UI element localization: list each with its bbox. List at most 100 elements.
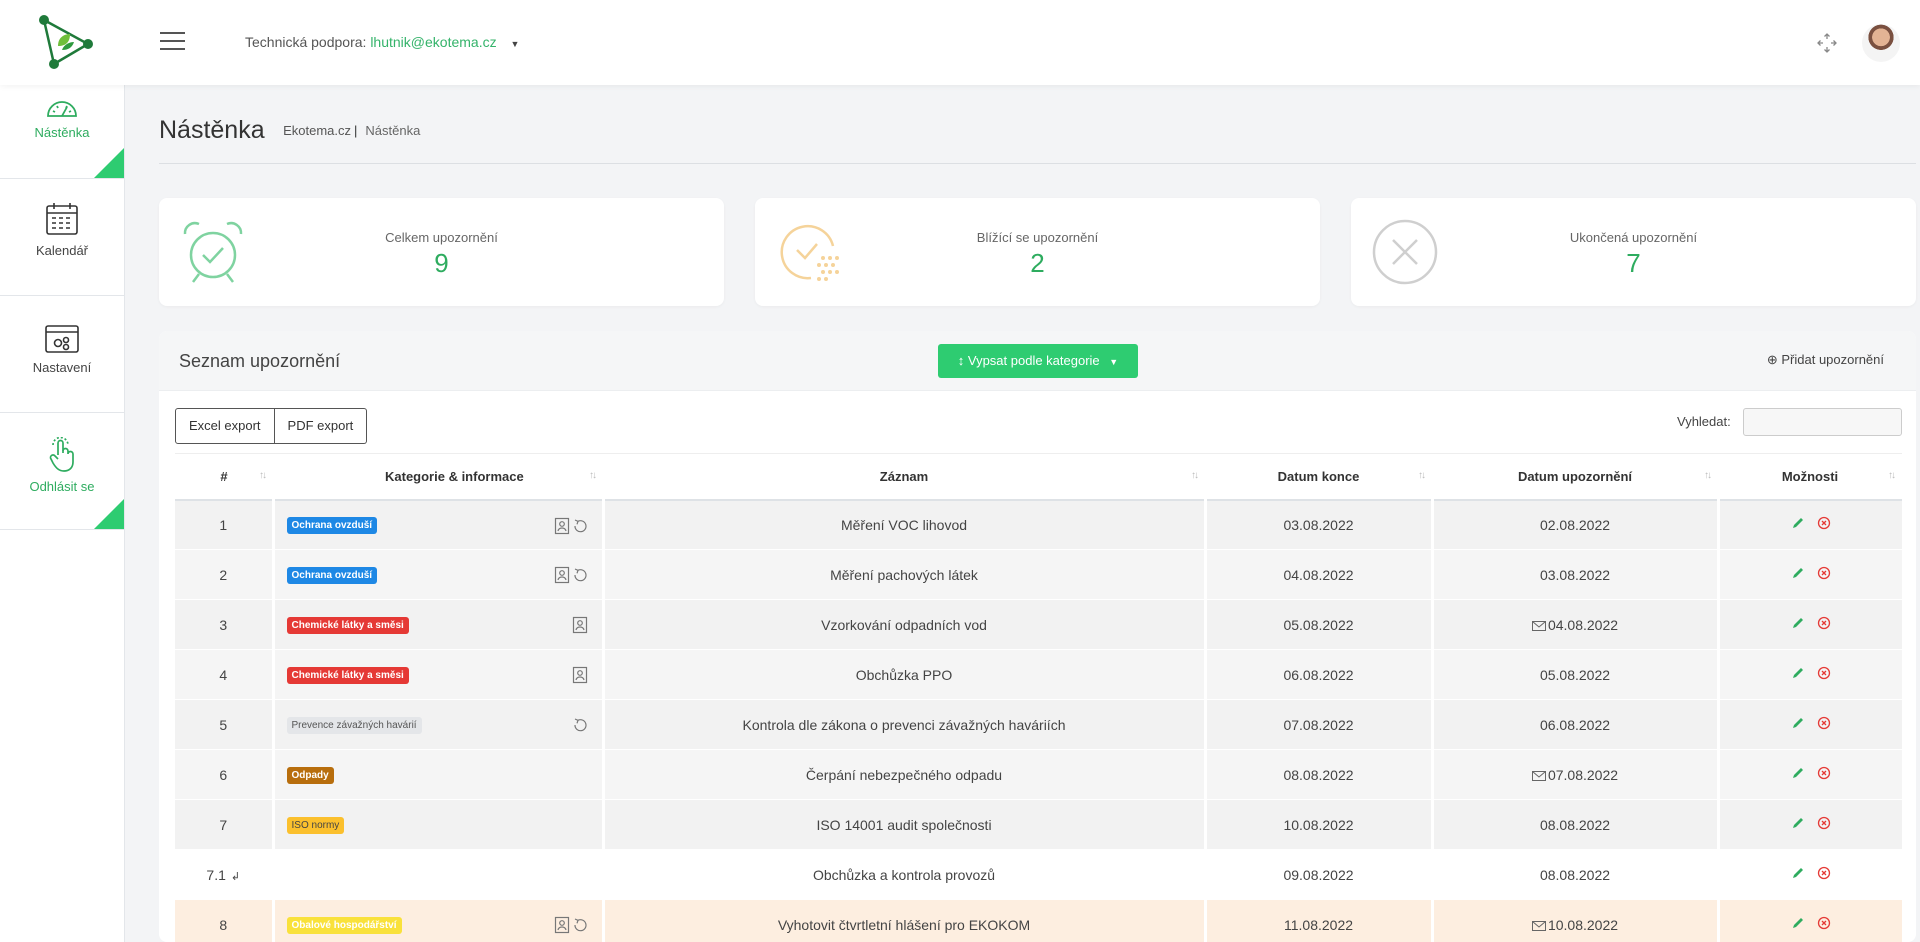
stat-card-finished: Ukončená upozornění 7 [1351,198,1916,306]
delete-x-circle-icon[interactable] [1817,666,1831,680]
repeat-icon[interactable] [572,566,588,584]
chevron-down-icon[interactable]: ▼ [510,39,519,49]
hand-pointer-icon [49,437,74,472]
sidebar-item-odhlasit[interactable]: Odhlásit se [0,413,124,530]
excel-export-button[interactable]: Excel export [175,408,275,444]
mail-sent-icon [1531,620,1546,631]
table-row[interactable]: 4 Chemické látky a směsi Obchůzka PPO 06… [175,649,1902,700]
user-avatar[interactable] [1862,24,1900,62]
delete-x-circle-icon[interactable] [1817,716,1831,730]
edit-pencil-icon[interactable] [1791,516,1805,530]
repeat-icon[interactable] [572,716,588,734]
row-notify-cell: 04.08.2022 [1430,599,1718,650]
document-icon[interactable] [554,916,570,934]
row-actions [1716,749,1902,800]
sort-icon: ↑↓ [1418,470,1426,481]
category-badge[interactable]: Obalové hospodářství [286,917,402,935]
row-record: Kontrola dle zákona o prevenci závažných… [601,699,1205,750]
add-notification-label: Přidat upozornění [1781,352,1884,367]
category-badge[interactable]: Ochrana ovzduší [286,517,378,535]
column-header-options[interactable]: Možnosti ↑↓ [1718,453,1902,501]
repeat-icon[interactable] [572,517,588,535]
row-end-date: 09.08.2022 [1203,849,1432,900]
stat-title: Celkem upozornění [385,230,498,245]
active-corner-marker [94,148,124,178]
edit-pencil-icon[interactable] [1791,816,1805,830]
search-input[interactable] [1743,408,1902,436]
edit-pencil-icon[interactable] [1791,766,1805,780]
category-badge[interactable]: Chemické látky a směsi [286,667,409,684]
table-row[interactable]: 2 Ochrana ovzduší Měření pachových látek… [175,549,1902,600]
support-contact[interactable]: Technická podpora: lhutnik@ekotema.cz ▼ [245,34,519,50]
row-number: 6 [175,749,273,800]
table-row[interactable]: 6 Odpady Čerpání nebezpečného odpadu 08.… [175,749,1902,800]
mail-sent-icon [1531,770,1546,781]
row-record: Vzorkování odpadních vod [601,599,1205,650]
column-header-category[interactable]: Kategorie & informace ↑↓ [273,453,603,501]
delete-x-circle-icon[interactable] [1817,566,1831,580]
row-record: Obchůzka a kontrola provozů [601,849,1205,900]
row-end-date: 04.08.2022 [1203,549,1432,600]
category-badge[interactable]: Chemické látky a směsi [286,617,409,634]
sidebar-item-nastenka[interactable]: Nástěnka [0,85,124,179]
category-badge[interactable]: Odpady [286,767,334,784]
add-notification-button[interactable]: ⊕ Přidat upozornění [1767,352,1884,368]
pdf-export-button[interactable]: PDF export [274,408,368,444]
edit-pencil-icon[interactable] [1791,616,1805,630]
delete-x-circle-icon[interactable] [1817,516,1831,530]
settings-icon [45,325,79,353]
row-actions [1716,649,1902,700]
table-row[interactable]: 8 Obalové hospodářství Vyhotovit čtvrtle… [175,899,1902,942]
column-header-notify-date[interactable]: Datum upozornění ↑↓ [1432,453,1718,501]
menu-toggle-button[interactable] [160,32,185,51]
repeat-icon[interactable] [572,916,588,934]
table-row[interactable]: 7 ISO normy ISO 14001 audit společnosti … [175,799,1902,850]
sort-icon: ↑↓ [1191,470,1199,481]
document-icon[interactable] [554,566,570,584]
column-header-end-date[interactable]: Datum konce ↑↓ [1205,453,1432,501]
edit-pencil-icon[interactable] [1791,716,1805,730]
delete-x-circle-icon[interactable] [1817,816,1831,830]
mail-sent-icon [1531,921,1546,932]
panel-header: Seznam upozornění ↕ Vypsat podle kategor… [159,331,1916,391]
sidebar-item-kalendar[interactable]: Kalendář [0,179,124,296]
column-header-number[interactable]: # ↑↓ [175,453,273,501]
edit-pencil-icon[interactable] [1791,666,1805,680]
edit-pencil-icon[interactable] [1791,916,1805,930]
table-row[interactable]: 1 Ochrana ovzduší Měření VOC lihovod 03.… [175,499,1902,550]
delete-x-circle-icon[interactable] [1817,866,1831,880]
list-by-category-button[interactable]: ↕ Vypsat podle kategorie ▼ [938,344,1138,378]
document-icon[interactable] [572,666,588,684]
category-badge[interactable]: Prevence závažných havárií [286,717,422,734]
breadcrumb-item-home[interactable]: Ekotema.cz [283,123,351,138]
edit-pencil-icon[interactable] [1791,866,1805,880]
table-subrow[interactable]: 7.1 ↲ Obchůzka a kontrola provozů 09.08.2… [175,849,1902,900]
breadcrumb: Ekotema.cz | Nástěnka [283,123,420,138]
ekotema-logo[interactable] [36,14,96,70]
delete-x-circle-icon[interactable] [1817,766,1831,780]
category-badge[interactable]: ISO normy [286,817,345,834]
row-end-date: 06.08.2022 [1203,649,1432,700]
fullscreen-icon[interactable] [1816,32,1838,54]
sidebar-item-nastaveni[interactable]: Nastavení [0,296,124,413]
row-notify-date: 06.08.2022 [1430,699,1718,750]
document-icon[interactable] [554,517,570,535]
delete-x-circle-icon[interactable] [1817,616,1831,630]
support-email-link[interactable]: lhutnik@ekotema.cz [370,34,496,50]
stat-value: 9 [434,248,449,278]
notifications-table: # ↑↓ Kategorie & informace ↑↓ Záznam ↑↓ Dat… [175,453,1902,942]
document-icon[interactable] [572,616,588,634]
table-row[interactable]: 3 Chemické látky a směsi Vzorkování odpa… [175,599,1902,650]
row-number: 4 [175,649,273,700]
row-category: Chemické látky a směsi [271,599,603,650]
edit-pencil-icon[interactable] [1791,566,1805,580]
row-number: 8 [175,899,273,942]
delete-x-circle-icon[interactable] [1817,916,1831,930]
column-header-record[interactable]: Záznam ↑↓ [603,453,1205,501]
row-number: 5 [175,699,273,750]
table-row[interactable]: 5 Prevence závažných havárií Kontrola dl… [175,699,1902,750]
sort-arrows-icon: ↕ [957,353,965,368]
category-badge[interactable]: Ochrana ovzduší [286,567,378,584]
stat-title: Blížící se upozornění [976,230,1099,245]
row-notify-date: 08.08.2022 [1430,799,1718,850]
